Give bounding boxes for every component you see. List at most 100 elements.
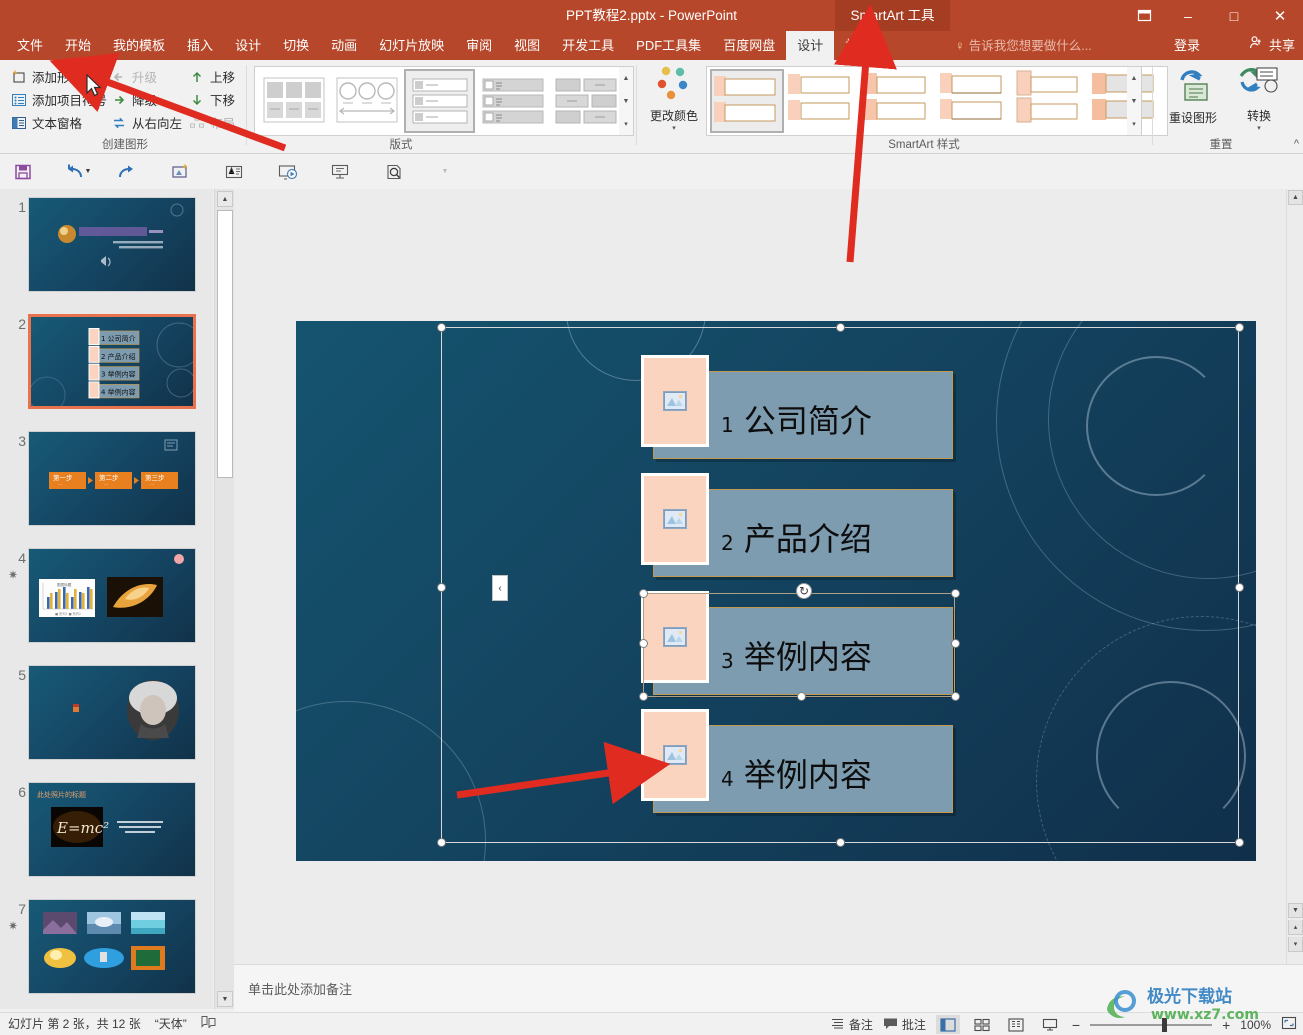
thumbnail-6[interactable]: 此处照片的标题 E=mc²	[28, 782, 196, 877]
start-slideshow-icon[interactable]	[275, 159, 301, 184]
demote-button[interactable]: 降级	[108, 88, 190, 111]
ribbon-tab-2[interactable]: 我的模板	[102, 31, 176, 60]
thumbnail-1[interactable]	[28, 197, 196, 292]
undo-dropdown-caret[interactable]: ▼	[82, 159, 94, 184]
smartart-style-3[interactable]	[938, 69, 1012, 133]
thumbnail-4[interactable]: 图表标题 ■ 系列1 ■ 系列2	[28, 548, 196, 643]
smartart-scroll-up-button[interactable]: ▲	[1131, 67, 1138, 89]
thumbnail-scrollbar-thumb[interactable]	[217, 210, 233, 478]
layouts-scroll-down-button[interactable]: ▼	[623, 90, 630, 112]
thumbnail-row-7[interactable]: 7 ✷	[0, 899, 213, 1009]
thumbnail-3[interactable]: 第一步 ··· 第二步 ··· 第三步 ···	[28, 431, 196, 526]
thumbnail-row-3[interactable]: 3 第一步 ··· 第二步 ··· 第三步 ···	[0, 431, 213, 548]
thumbnail-5[interactable]	[28, 665, 196, 760]
edit-scroll-down-button[interactable]: ▼	[1288, 903, 1303, 918]
next-slide-button[interactable]: ▾	[1288, 937, 1303, 952]
thumbnail-row-1[interactable]: 1	[0, 197, 213, 314]
thumbnail-row-5[interactable]: 5	[0, 665, 213, 782]
slideshow-view-button[interactable]	[1038, 1015, 1062, 1034]
layouts-gallery-scroll[interactable]: ▲ ▼ ▾	[619, 66, 634, 136]
smartart-scroll-down-button[interactable]: ▼	[1131, 90, 1138, 112]
print-preview-icon[interactable]	[381, 159, 407, 184]
smartart-styles-scroll[interactable]: ▲ ▼ ▾	[1127, 66, 1142, 136]
thumbnail-row-6[interactable]: 6 此处照片的标题 E=mc²	[0, 782, 213, 899]
ribbon-tab-1[interactable]: 开始	[54, 31, 102, 60]
ribbon-tab-4[interactable]: 设计	[224, 31, 272, 60]
text-pane-toggle-button[interactable]: ‹	[492, 575, 508, 601]
thumbnail-pane-scrollbar[interactable]: ▲ ▼	[214, 189, 234, 1009]
slide-sorter-view-button[interactable]	[970, 1015, 994, 1034]
tell-me-box[interactable]: ♀ 告诉我您想要做什么...	[955, 31, 1092, 60]
layout-thumb-2-selected[interactable]	[404, 69, 475, 133]
frame-handle-bc[interactable]	[836, 838, 845, 847]
frame-handle-br[interactable]	[1235, 838, 1244, 847]
promote-button[interactable]: 升级	[108, 65, 190, 88]
ribbon-tab-7[interactable]: 幻灯片放映	[368, 31, 455, 60]
edit-scroll-up-button[interactable]: ▲	[1288, 190, 1303, 205]
normal-view-button[interactable]	[935, 1015, 960, 1034]
thumbnail-row-2[interactable]: 2 1 公司简介 2 产品介绍 3 举例内容 4 举例内容	[0, 314, 213, 431]
layout-thumb-0[interactable]	[258, 69, 329, 133]
ribbon-tab-11[interactable]: PDF工具集	[625, 31, 712, 60]
smartart-style-0-selected[interactable]	[710, 69, 784, 133]
ribbon-tab-5[interactable]: 切换	[272, 31, 320, 60]
close-button[interactable]: ✕	[1257, 0, 1303, 31]
ribbon-tab-10[interactable]: 开发工具	[551, 31, 625, 60]
frame-handle-tc[interactable]	[836, 323, 845, 332]
restore-button[interactable]: □	[1211, 0, 1257, 31]
save-icon[interactable]	[10, 159, 36, 184]
reset-graphic-button[interactable]: 重设图形	[1162, 64, 1224, 138]
text-pane-button[interactable]: 文本窗格	[8, 111, 118, 134]
ribbon-tab-9[interactable]: 视图	[503, 31, 551, 60]
thumbnail-row-4[interactable]: 4 ✷ 图表标题 ■ 系列1 ■ 系列2	[0, 548, 213, 665]
thumbnail-2[interactable]: 1 公司简介 2 产品介绍 3 举例内容 4 举例内容	[28, 314, 196, 409]
ribbon-tab-0[interactable]: 文件	[6, 31, 54, 60]
frame-handle-tr[interactable]	[1235, 323, 1244, 332]
fit-slide-icon[interactable]	[1281, 1016, 1297, 1033]
layout-thumb-4[interactable]	[550, 69, 621, 133]
share-button[interactable]: 共享	[1249, 31, 1295, 60]
ribbon-tab-12[interactable]: 百度网盘	[712, 31, 786, 60]
convert-dropdown-caret[interactable]: ▾	[1257, 124, 1261, 132]
text-box-icon[interactable]	[221, 159, 247, 184]
ribbon-tab-6[interactable]: 动画	[320, 31, 368, 60]
ribbon-tab-13[interactable]: 设计	[786, 31, 835, 60]
edit-area-scrollbar[interactable]: ▲ ▼ ▴ ▾	[1286, 189, 1303, 964]
frame-handle-bl[interactable]	[437, 838, 446, 847]
frame-handle-tl[interactable]	[437, 323, 446, 332]
language-icon[interactable]	[201, 1013, 216, 1035]
sign-in-button[interactable]: 登录	[1174, 31, 1200, 60]
ribbon-tab-14[interactable]: 格式	[834, 31, 882, 60]
thumbnail-scroll-down-button[interactable]: ▼	[217, 991, 233, 1007]
layouts-scroll-up-button[interactable]: ▲	[623, 67, 630, 89]
smartart-more-button[interactable]: ▾	[1132, 113, 1136, 135]
layouts-more-button[interactable]: ▾	[624, 113, 628, 135]
customize-qat-icon[interactable]: ▼	[432, 159, 458, 184]
zoom-slider-knob[interactable]	[1162, 1017, 1168, 1032]
frame-handle-ml[interactable]	[437, 583, 446, 592]
slide-edit-area[interactable]: 1 公司简介 2 产品介绍 3 举例内容 4 举例内容 ↻ ‹ ▲ ▼ ▴ ▾	[234, 189, 1303, 964]
redo-icon[interactable]	[113, 159, 139, 184]
zoom-in-button[interactable]: +	[1222, 1017, 1230, 1033]
add-shape-button[interactable]: 添加形状	[8, 65, 118, 88]
layout-button[interactable]: 布局	[186, 111, 248, 134]
collapse-ribbon-button[interactable]: ^	[1294, 138, 1299, 150]
minimize-button[interactable]: –	[1165, 0, 1211, 31]
frame-handle-mr[interactable]	[1235, 583, 1244, 592]
smartart-styles-gallery[interactable]	[706, 66, 1168, 136]
smartart-style-4[interactable]	[1014, 69, 1088, 133]
layouts-gallery[interactable]	[254, 66, 625, 136]
zoom-out-button[interactable]: −	[1072, 1017, 1080, 1033]
smartart-style-2[interactable]	[862, 69, 936, 133]
layout-thumb-3[interactable]	[477, 69, 548, 133]
smartart-style-1[interactable]	[786, 69, 860, 133]
ribbon-display-options-icon[interactable]	[1123, 0, 1165, 31]
change-colors-button[interactable]: 更改颜色 ▾	[646, 64, 702, 140]
thumbnail-scroll-up-button[interactable]: ▲	[217, 191, 233, 207]
comments-button[interactable]: 批注	[883, 1016, 926, 1033]
slide-thumbnail-pane[interactable]: 1 21 公司简介 2 产品介绍 3 举例内容 4 举例内容 3 第一步 ··· 第二步 ···…	[0, 189, 213, 1009]
new-slide-icon[interactable]	[167, 159, 193, 184]
notes-pane[interactable]: 单击此处添加备注	[234, 964, 1303, 1012]
ribbon-tab-3[interactable]: 插入	[176, 31, 224, 60]
add-bullet-button[interactable]: 添加项目符号	[8, 88, 118, 111]
